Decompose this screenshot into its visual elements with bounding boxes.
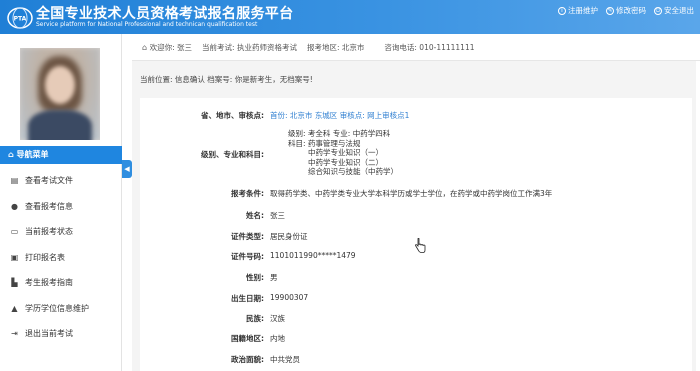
- file-icon: ▤: [10, 176, 19, 186]
- welcome-text: ⌂ 欢迎你: 张三: [142, 42, 193, 52]
- logo-icon: PTA: [7, 7, 33, 29]
- level-detail: 级别: 考全科 专业: 中药学四科 科目: 药事管理与法规 中药学专业知识（一）…: [288, 129, 398, 176]
- monitor-icon: ▭: [10, 227, 19, 237]
- nation-row: 国籍地区: 内地: [231, 334, 285, 343]
- political-row: 政治面貌: 中共党员: [231, 355, 300, 364]
- phone-text: 咨询电话: 010-11111111: [384, 42, 475, 52]
- power-icon: ⏻: [654, 6, 662, 15]
- hand-cursor-icon: [415, 238, 426, 253]
- condition-row: 报考条件: 取得药学类、中药学类专业大学本科学历或学士学位，在药学或中药学岗位工…: [231, 189, 553, 198]
- gender-row: 性别: 男: [246, 273, 278, 282]
- current-exam-text: 当前考试: 执业药师资格考试: [202, 42, 297, 52]
- user-info-bar: ⌂ 欢迎你: 张三 当前考试: 执业药师资格考试 报考地区: 北京市 咨询电话:…: [132, 34, 700, 61]
- info-icon: i: [558, 6, 566, 15]
- menu-item-status[interactable]: ▭ 当前报考状态: [0, 219, 122, 245]
- region-city-link[interactable]: 北京市: [290, 111, 313, 120]
- menu-title: ⌂ 导航菜单: [0, 146, 122, 164]
- menu-item-view-registration[interactable]: ● 查看报考信息: [0, 194, 122, 220]
- nav-menu: ▤ 查看考试文件 ● 查看报考信息 ▭ 当前报考状态 ▣ 打印报名表 ▙ 考生报…: [0, 168, 122, 347]
- region-audit-link[interactable]: 网上审核点1: [367, 111, 409, 120]
- svg-text:PTA: PTA: [14, 16, 27, 23]
- level-row: 级别、专业和科目:: [201, 150, 264, 159]
- content-panel: 当前位置: 信息确认 档案号: 你是新考生，无档案号! 省、地市、审核点: 首份…: [132, 61, 696, 371]
- menu-item-exit-exam[interactable]: ⇥ 退出当前考试: [0, 321, 122, 347]
- ethnic-row: 民族: 汉族: [246, 314, 285, 323]
- region-text: 报考地区: 北京市: [306, 42, 365, 52]
- site-subtitle: Service platform for National Profession…: [36, 21, 258, 28]
- header-bar: PTA 全国专业技术人员资格考试报名服务平台 Service platform …: [0, 0, 700, 34]
- logout-link[interactable]: ⏻ 安全退出: [654, 5, 694, 16]
- menu-item-education-info[interactable]: ▲ 学历学位信息维护: [0, 296, 122, 322]
- logout-icon: ⇥: [11, 329, 18, 339]
- avatar: [20, 48, 100, 140]
- menu-item-view-exam-files[interactable]: ▤ 查看考试文件: [0, 168, 122, 194]
- menu-icon: ⌂: [8, 150, 17, 159]
- sidebar: ⌂ 导航菜单 ▤ 查看考试文件 ● 查看报考信息 ▭ 当前报考状态 ▣ 打印报名…: [0, 34, 122, 371]
- region-row: 省、地市、审核点: 首份: 北京市 东城区 审核点: 网上审核点1: [201, 111, 410, 120]
- info-form: 省、地市、审核点: 首份: 北京市 东城区 审核点: 网上审核点1 级别、专业和…: [140, 98, 692, 371]
- birth-row: 出生日期: 19900307: [231, 293, 309, 303]
- register-maintain-link[interactable]: i 注册维护: [558, 5, 598, 16]
- name-row: 姓名: 张三: [246, 211, 285, 220]
- info-icon: ●: [11, 201, 18, 211]
- region-district-link[interactable]: 东城区: [315, 111, 338, 120]
- site-title: 全国专业技术人员资格考试报名服务平台: [36, 6, 294, 22]
- book-icon: ▙: [11, 278, 18, 288]
- edit-icon: ✎: [606, 6, 614, 15]
- home-icon: ⌂: [142, 42, 150, 52]
- change-password-link[interactable]: ✎ 修改密码: [606, 5, 646, 16]
- sidebar-collapse-toggle[interactable]: ◀: [122, 160, 132, 178]
- menu-item-guide[interactable]: ▙ 考生报考指南: [0, 270, 122, 296]
- breadcrumb: 当前位置: 信息确认 档案号: 你是新考生，无档案号!: [140, 75, 313, 84]
- print-icon: ▣: [10, 252, 19, 262]
- graduation-icon: ▲: [11, 303, 18, 313]
- menu-item-print-form[interactable]: ▣ 打印报名表: [0, 245, 122, 271]
- chevron-left-icon: ◀: [124, 165, 130, 173]
